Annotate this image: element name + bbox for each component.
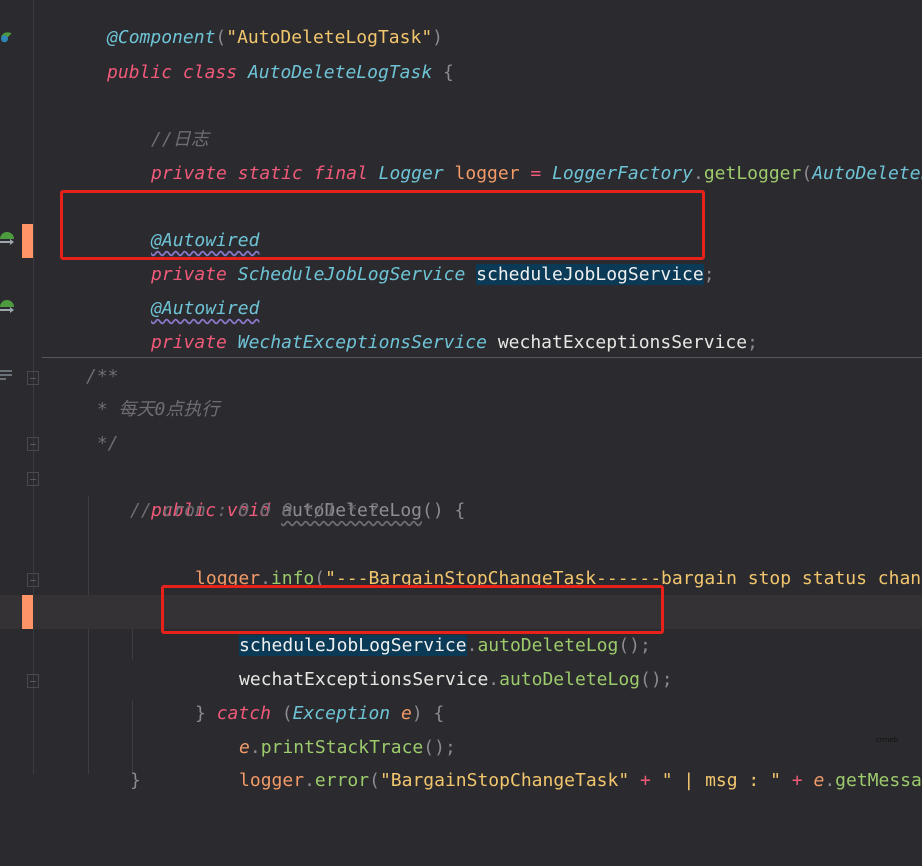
code-line: private static final Logger logger = Log… bbox=[0, 123, 922, 184]
highlight-box-method-call bbox=[161, 585, 664, 634]
comment: // cron : 0 0 0 */1 * ? bbox=[130, 500, 380, 521]
class-name: AutoDeleteLogTask bbox=[247, 62, 433, 83]
highlight-box-field-declaration bbox=[60, 190, 705, 260]
brace: { bbox=[443, 62, 454, 83]
keyword: private bbox=[151, 163, 227, 184]
type-name: Logger bbox=[378, 163, 444, 184]
watermark: crmeb bbox=[876, 736, 899, 744]
code-line: e.printStackTrace(); bbox=[0, 697, 922, 758]
field-name: logger bbox=[454, 163, 520, 184]
code-line: */ bbox=[0, 427, 922, 461]
code-line: //日志 bbox=[0, 89, 922, 150]
code-line: private WechatExceptionsService wechatEx… bbox=[0, 292, 922, 353]
code-line: } catch (Exception e) { bbox=[0, 663, 922, 724]
vcs-change-marker[interactable] bbox=[22, 595, 33, 629]
code-line: logger.error("BargainStopChangeTask" + "… bbox=[0, 730, 922, 791]
code-line: // cron : 0 0 0 */1 * ? bbox=[0, 494, 922, 528]
code-line: public void autoDeleteLog() { bbox=[0, 460, 922, 521]
doc-comment: * 每天0点执行 bbox=[86, 399, 220, 420]
method-call: getLogger bbox=[703, 163, 802, 184]
code-line: logger.info("---BargainStopChangeTask---… bbox=[0, 528, 922, 589]
operator: = bbox=[530, 163, 542, 184]
code-line: @Component("AutoDeleteLogTask") bbox=[0, 0, 922, 48]
semicolon: ; bbox=[747, 332, 758, 353]
keyword: private bbox=[151, 332, 227, 353]
doc-comment: */ bbox=[86, 433, 119, 454]
paren: ( bbox=[801, 163, 813, 184]
code-line: wechatExceptionsService.autoDeleteLog(); bbox=[0, 629, 922, 690]
code-line: * 每天0点执行 bbox=[0, 393, 922, 427]
doc-comment: /** bbox=[86, 366, 119, 387]
code-line: @Autowired bbox=[0, 258, 922, 319]
class-name: LoggerFactory bbox=[552, 163, 693, 184]
dot: . bbox=[692, 163, 704, 184]
type-name: WechatExceptionsService bbox=[237, 332, 487, 353]
code-editor[interactable]: @Component("AutoDeleteLogTask") public c… bbox=[0, 0, 922, 791]
keyword: class bbox=[182, 62, 238, 83]
field-name: wechatExceptionsService bbox=[497, 332, 748, 353]
code-line: } bbox=[0, 764, 922, 798]
keyword: final bbox=[313, 163, 368, 184]
class-name: AutoDeleteLogTa bbox=[812, 163, 922, 184]
keyword: public bbox=[107, 62, 173, 83]
keyword: static bbox=[237, 163, 303, 184]
brace: } bbox=[130, 770, 141, 791]
code-line: /** bbox=[0, 360, 922, 394]
code-line: public class AutoDeleteLogTask { bbox=[0, 22, 922, 83]
